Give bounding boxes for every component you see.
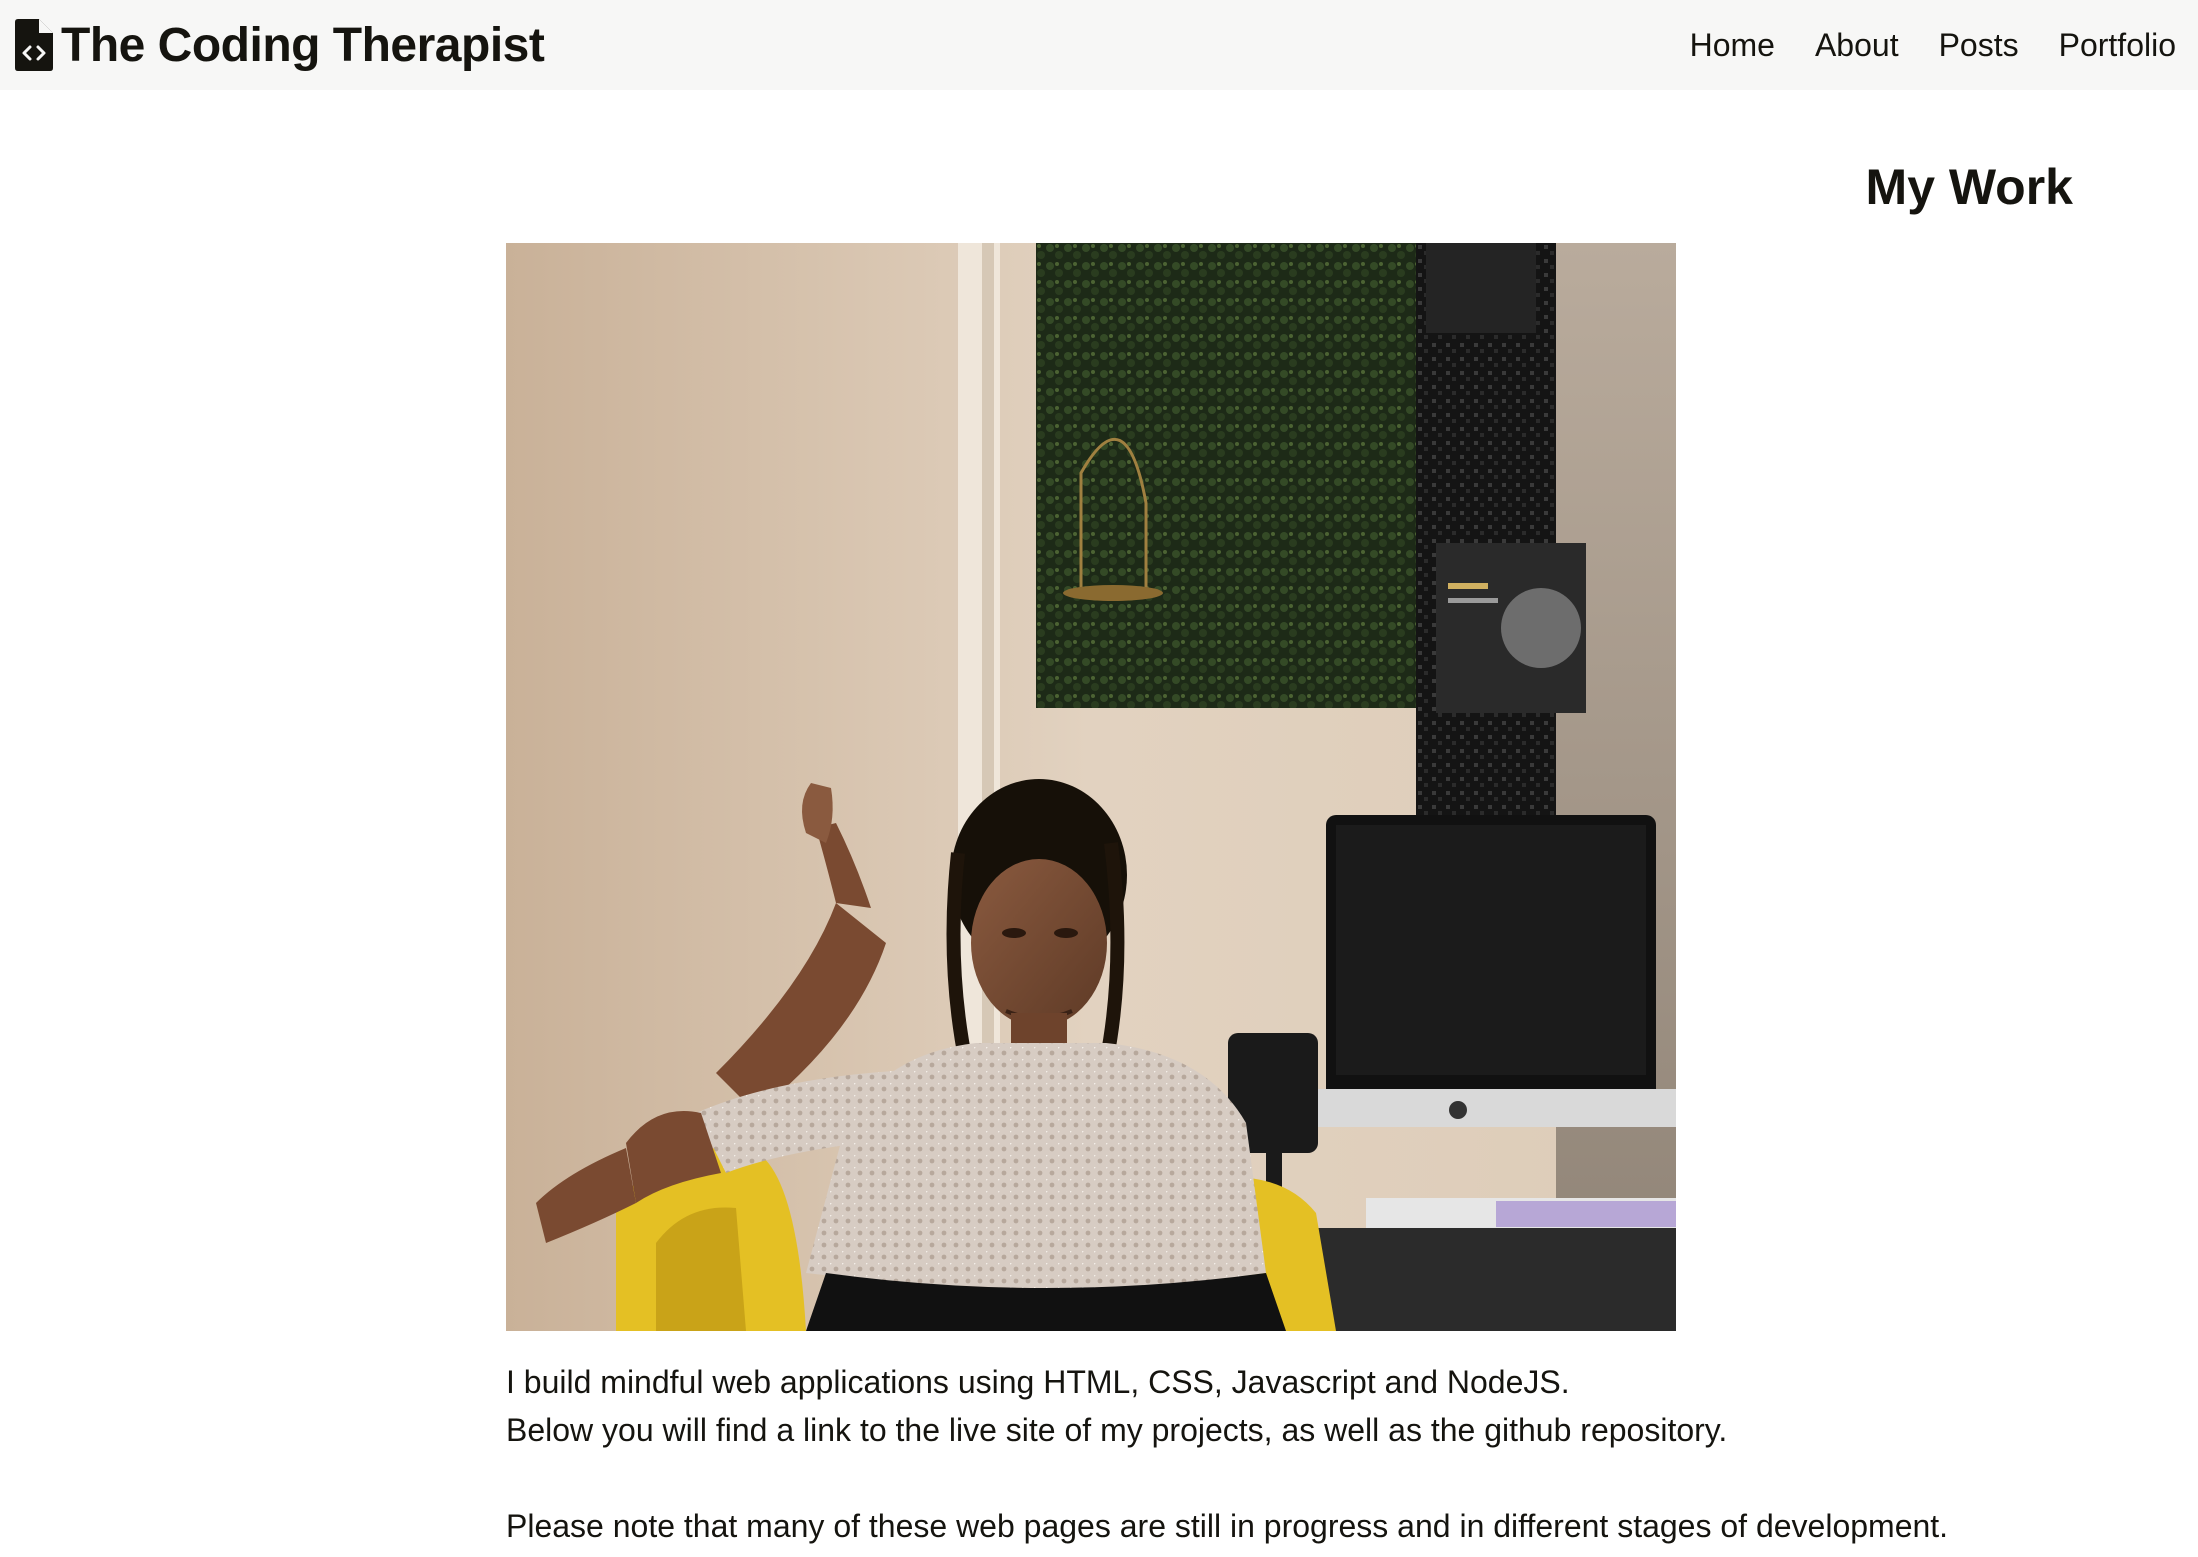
intro-text: I build mindful web applications using H… bbox=[506, 1358, 2156, 1550]
intro-note: Please note that many of these web pages… bbox=[506, 1508, 1949, 1544]
file-code-icon bbox=[15, 19, 53, 71]
portfolio-photo bbox=[506, 243, 1676, 1331]
brand-name: The Coding Therapist bbox=[61, 18, 545, 72]
page-title: My Work bbox=[1865, 159, 2073, 215]
nav-about[interactable]: About bbox=[1815, 27, 1899, 64]
nav-posts[interactable]: Posts bbox=[1939, 27, 2019, 64]
navbar: The Coding Therapist Home About Posts Po… bbox=[0, 0, 2198, 90]
main-nav: Home About Posts Portfolio bbox=[1650, 27, 2176, 64]
brand-link[interactable]: The Coding Therapist bbox=[15, 18, 545, 73]
intro-line: I build mindful web applications using H… bbox=[506, 1364, 1570, 1400]
intro-line: Below you will find a link to the live s… bbox=[506, 1412, 1728, 1448]
nav-home[interactable]: Home bbox=[1690, 27, 1775, 64]
nav-portfolio[interactable]: Portfolio bbox=[2059, 27, 2176, 64]
